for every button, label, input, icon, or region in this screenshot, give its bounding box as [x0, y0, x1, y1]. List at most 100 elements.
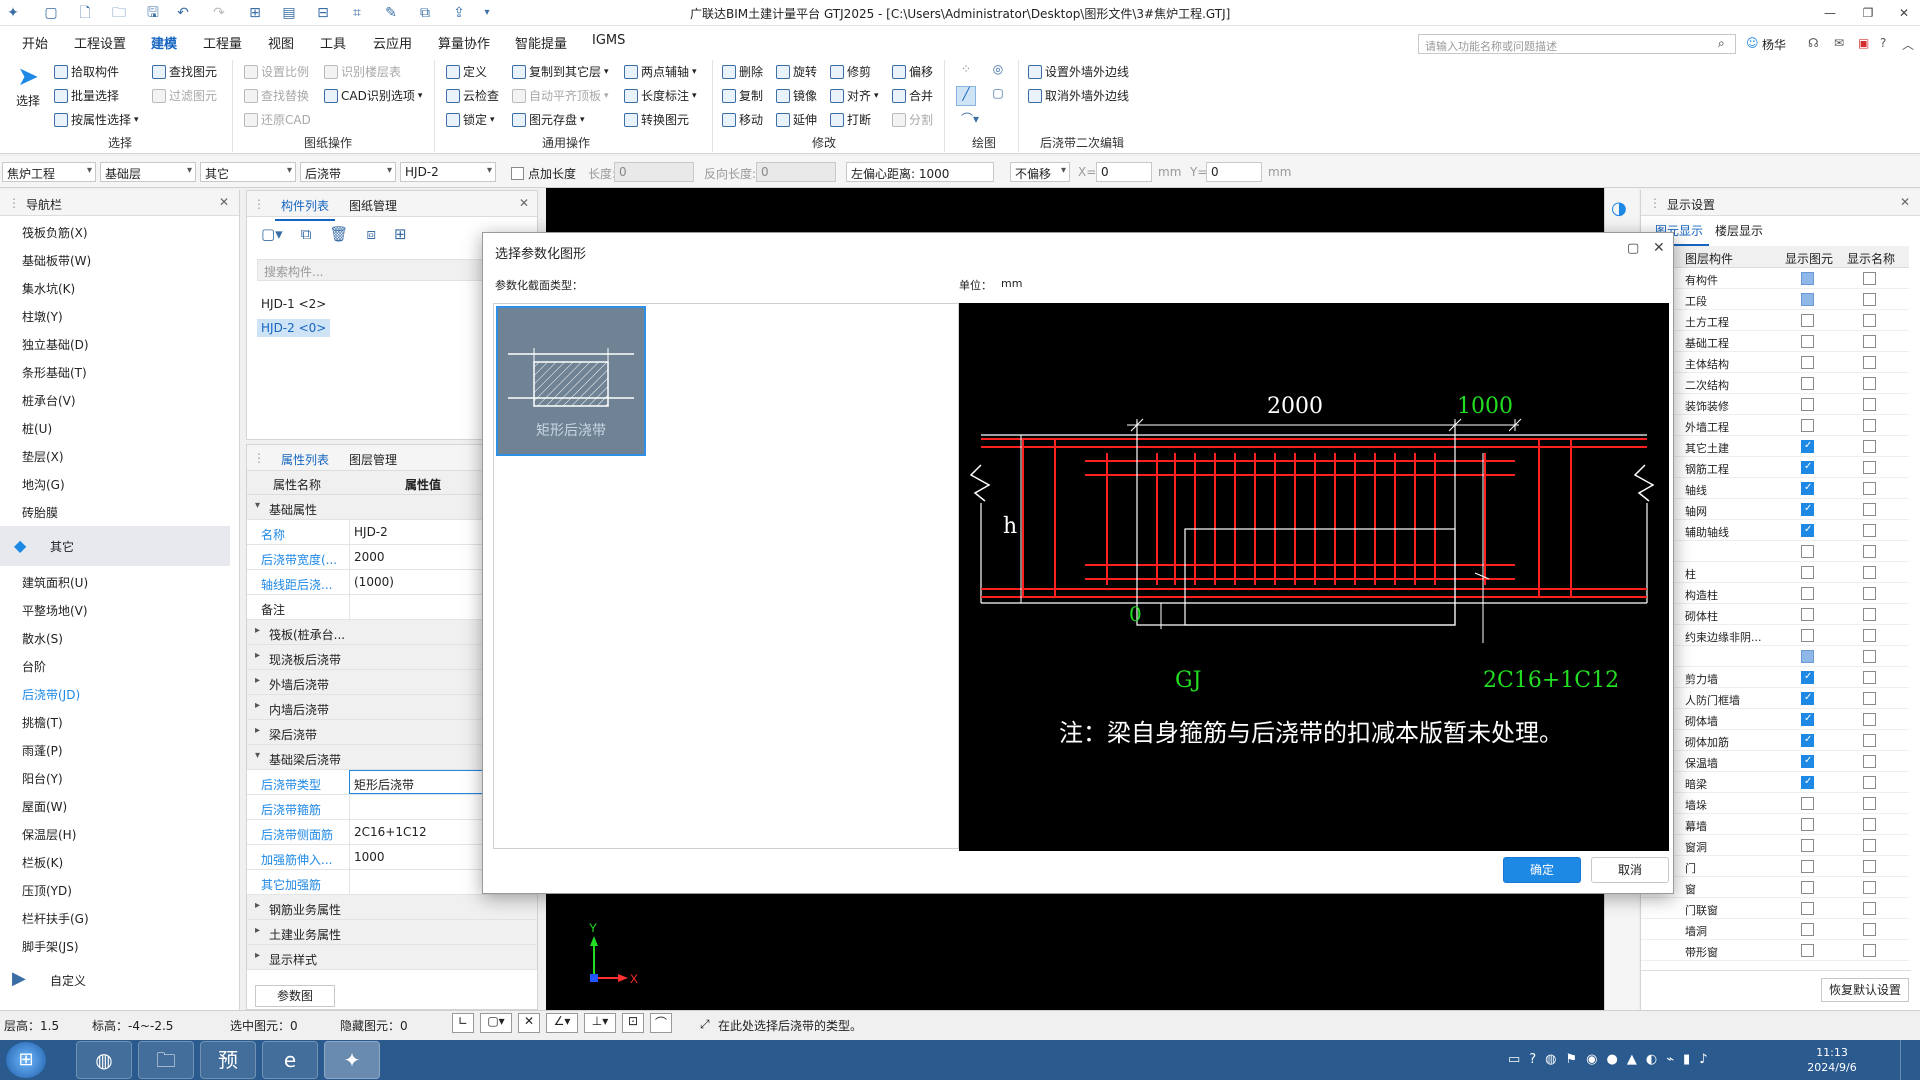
show-name-checkbox[interactable] — [1863, 566, 1876, 579]
attr-group[interactable]: 土建业务属性 — [247, 920, 537, 945]
show-name-checkbox[interactable] — [1863, 419, 1876, 432]
show-name-checkbox[interactable] — [1863, 839, 1876, 852]
new-component-icon[interactable]: ▢▾ — [261, 225, 283, 243]
nav-group-other[interactable]: ◆ 其它 — [0, 526, 230, 566]
show-element-checkbox[interactable] — [1801, 818, 1814, 831]
merge-button[interactable]: 合并 — [892, 87, 933, 104]
point-draw-icon[interactable]: ⁘ — [956, 62, 976, 80]
show-name-checkbox[interactable] — [1863, 734, 1876, 747]
find-replace-button[interactable]: 查找替换 — [244, 87, 309, 104]
convert-element-button[interactable]: 转换图元 — [624, 111, 689, 128]
show-element-checkbox[interactable] — [1801, 293, 1814, 306]
menu-view[interactable]: 视图 — [268, 33, 294, 52]
restore-icon[interactable]: ❐ — [1856, 3, 1880, 23]
trim-button[interactable]: 修剪 — [830, 63, 871, 80]
batch-select-button[interactable]: 批量选择 — [54, 87, 119, 104]
drag-handle-icon[interactable]: ⋮ — [8, 196, 20, 210]
show-name-checkbox[interactable] — [1863, 272, 1876, 285]
nav-item[interactable]: 挑檐(T) — [22, 714, 63, 731]
show-desktop-button[interactable] — [1900, 1040, 1920, 1080]
show-element-checkbox[interactable] — [1801, 881, 1814, 894]
show-element-checkbox[interactable] — [1801, 545, 1814, 558]
message-icon[interactable]: ✉ — [1834, 36, 1844, 50]
show-element-checkbox[interactable] — [1801, 692, 1814, 705]
split-button[interactable]: 分割 — [892, 111, 933, 128]
collapse-ribbon-icon[interactable]: ︿ — [1902, 36, 1914, 53]
show-name-checkbox[interactable] — [1863, 692, 1876, 705]
show-name-checkbox[interactable] — [1863, 356, 1876, 369]
recognize-floor-table-button[interactable]: 识别楼层表 — [324, 63, 401, 80]
menu-modeling[interactable]: 建模 — [148, 33, 180, 58]
ortho-icon[interactable]: ∟ — [452, 1013, 474, 1033]
grid-icon[interactable]: ⌗ — [348, 4, 366, 22]
attr-group[interactable]: 钢筋业务属性 — [247, 895, 537, 920]
tab-drawing-mgmt[interactable]: 图纸管理 — [349, 197, 397, 214]
menu-igms[interactable]: IGMS — [592, 33, 625, 48]
show-name-checkbox[interactable] — [1863, 503, 1876, 516]
show-name-checkbox[interactable] — [1863, 671, 1876, 684]
tab-layer-mgmt[interactable]: 图层管理 — [349, 451, 397, 468]
nav-item[interactable]: 脚手架(JS) — [22, 938, 79, 955]
nav-item[interactable]: 基础板带(W) — [22, 252, 91, 269]
x-coordinate-input[interactable]: 0 — [1096, 162, 1152, 182]
drag-handle-icon[interactable]: ⋮ — [253, 197, 265, 211]
nav-item[interactable]: 栏板(K) — [22, 854, 63, 871]
nav-item[interactable]: 建筑面积(U) — [22, 574, 88, 591]
show-element-checkbox[interactable] — [1801, 335, 1814, 348]
length-dimension-button[interactable]: 长度标注 ▾ — [624, 87, 697, 104]
copy-to-floor-button[interactable]: 复制到其它层 ▾ — [512, 63, 609, 80]
category-select[interactable]: 其它 — [200, 162, 296, 182]
show-element-checkbox[interactable] — [1801, 755, 1814, 768]
nav-item[interactable]: 栏杆扶手(G) — [22, 910, 89, 927]
arc-snap-icon[interactable]: ⌒ — [650, 1013, 672, 1033]
undo-icon[interactable]: ↶ — [174, 4, 192, 22]
cloud-check-button[interactable]: 云检查 — [446, 87, 499, 104]
delete-component-icon[interactable]: 🗑 — [329, 225, 348, 243]
project-select[interactable]: 焦炉工程 — [2, 162, 96, 182]
tab-floor-display[interactable]: 楼层显示 — [1715, 222, 1763, 239]
break-button[interactable]: 打断 — [830, 111, 871, 128]
minimize-icon[interactable]: — — [1818, 3, 1842, 23]
nav-item[interactable]: 柱墩(Y) — [22, 308, 63, 325]
qa-dropdown-icon[interactable]: ▾ — [478, 4, 496, 22]
show-name-checkbox[interactable] — [1863, 587, 1876, 600]
show-name-checkbox[interactable] — [1863, 797, 1876, 810]
show-name-checkbox[interactable] — [1863, 335, 1876, 348]
component-search-input[interactable]: 搜索构件... — [257, 259, 517, 281]
nav-item[interactable]: 雨蓬(P) — [22, 742, 63, 759]
copy-component-icon[interactable]: ⧉ — [301, 225, 312, 243]
view-cube-icon[interactable]: ◑ — [1611, 198, 1627, 219]
nav-item[interactable]: 压顶(YD) — [22, 882, 72, 899]
nav-item[interactable]: 条形基础(T) — [22, 364, 87, 381]
nav-item[interactable]: 桩承台(V) — [22, 392, 76, 409]
drag-handle-icon[interactable]: ⋮ — [1649, 196, 1661, 210]
nav-item[interactable]: 砖胎膜 — [22, 504, 58, 521]
tab-attribute-list[interactable]: 属性列表 — [274, 451, 336, 475]
user-avatar-icon[interactable]: ☺ — [1746, 36, 1759, 50]
show-element-checkbox[interactable] — [1801, 356, 1814, 369]
taskbar-explorer-icon[interactable]: 🗀 — [138, 1041, 194, 1079]
extend-button[interactable]: 延伸 — [776, 111, 817, 128]
dialog-maximize-icon[interactable]: ▢ — [1627, 241, 1639, 256]
menu-start[interactable]: 开始 — [22, 33, 48, 52]
show-name-checkbox[interactable] — [1863, 608, 1876, 621]
restore-defaults-button[interactable]: 恢复默认设置 — [1821, 978, 1909, 1002]
show-name-checkbox[interactable] — [1863, 314, 1876, 327]
nav-item[interactable]: 屋面(W) — [22, 798, 67, 815]
new-file-icon[interactable]: 🗋 — [76, 4, 94, 22]
auto-align-top-button[interactable]: 自动平齐顶板 ▾ — [512, 87, 609, 104]
nav-item[interactable]: 阳台(Y) — [22, 770, 63, 787]
show-element-checkbox[interactable] — [1801, 671, 1814, 684]
snap-mode-icon[interactable]: ▢▾ — [480, 1013, 512, 1033]
new-icon[interactable]: ▢ — [42, 4, 60, 22]
show-name-checkbox[interactable] — [1863, 881, 1876, 894]
two-point-axis-button[interactable]: 两点辅轴 ▾ — [624, 63, 697, 80]
taskbar-ie-icon[interactable]: e — [262, 1041, 318, 1079]
layer-copy-icon[interactable]: ⧈ — [366, 225, 376, 243]
export-icon[interactable]: ⇪ — [450, 4, 468, 22]
move-button[interactable]: 移动 — [722, 111, 763, 128]
ok-button[interactable]: 确定 — [1503, 857, 1581, 883]
floor-select[interactable]: 基础层 — [100, 162, 196, 182]
show-element-checkbox[interactable] — [1801, 398, 1814, 411]
nav-item[interactable]: 平整场地(V) — [22, 602, 88, 619]
